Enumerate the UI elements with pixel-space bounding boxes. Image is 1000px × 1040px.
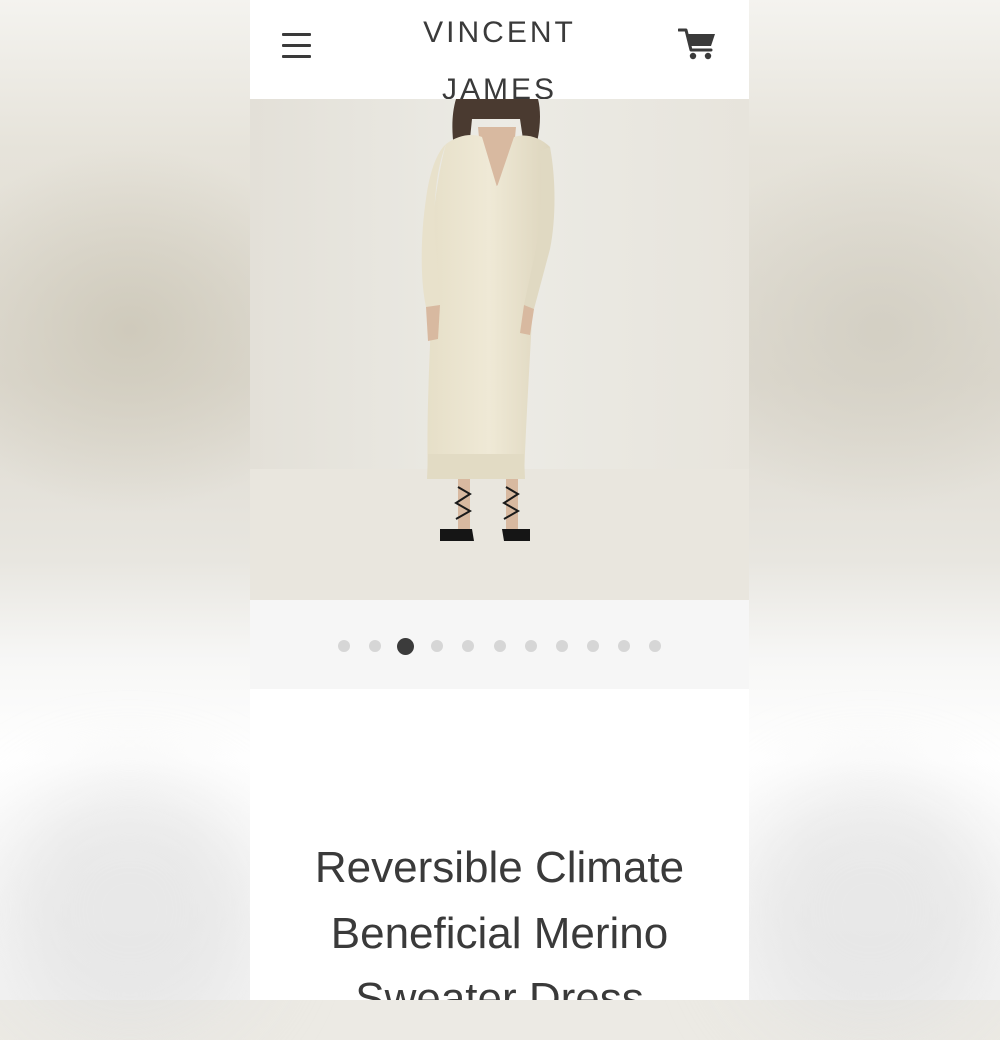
carousel-dot-8[interactable] bbox=[546, 638, 577, 654]
product-image[interactable] bbox=[250, 99, 749, 600]
site-header: VINCENT JAMES bbox=[250, 0, 749, 106]
carousel-dot-11[interactable] bbox=[640, 638, 671, 654]
carousel-dot-3[interactable] bbox=[390, 637, 421, 655]
carousel-dot-9[interactable] bbox=[577, 638, 608, 654]
carousel-dot-10[interactable] bbox=[609, 638, 640, 654]
carousel-dot-4[interactable] bbox=[422, 638, 453, 654]
carousel-pagination bbox=[250, 600, 749, 689]
carousel-dot-1[interactable] bbox=[328, 638, 359, 654]
hamburger-menu-button[interactable] bbox=[282, 31, 312, 59]
carousel-dot-6[interactable] bbox=[484, 638, 515, 654]
cart-button[interactable] bbox=[677, 26, 718, 62]
carousel-dots bbox=[250, 637, 749, 655]
product-title: Reversible Climate Beneficial Merino Swe… bbox=[314, 843, 685, 1000]
mobile-page: VINCENT JAMES Reversible Climate Benefic… bbox=[250, 0, 749, 1000]
carousel-dot-2[interactable] bbox=[359, 638, 390, 654]
shopping-cart-icon bbox=[677, 28, 715, 60]
carousel-dot-5[interactable] bbox=[453, 638, 484, 654]
carousel-dot-7[interactable] bbox=[515, 638, 546, 654]
brand-line-1: VINCENT bbox=[423, 16, 576, 49]
model-in-dress-illustration bbox=[250, 99, 749, 600]
